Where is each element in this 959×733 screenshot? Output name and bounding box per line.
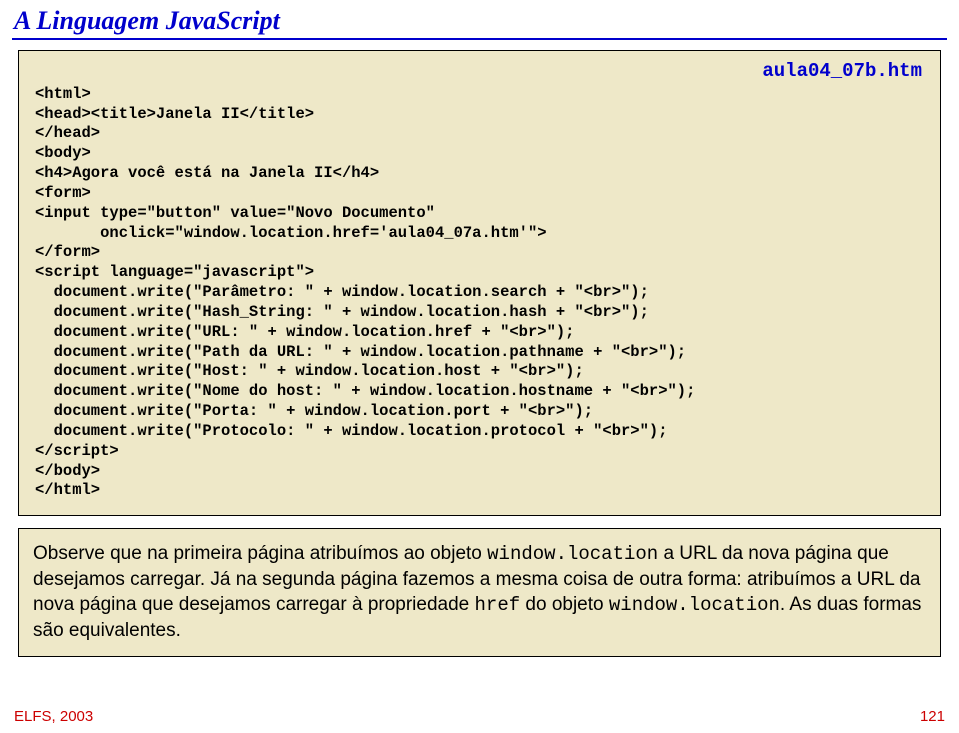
footer: ELFS, 2003 121 [14, 708, 945, 725]
note-block: Observe que na primeira página atribuímo… [18, 528, 941, 656]
code-line: <script language="javascript"> [35, 263, 314, 281]
code-line: document.write("Protocolo: " + window.lo… [35, 422, 668, 440]
note-mono: window.location [487, 543, 658, 565]
code-line: <body> [35, 144, 91, 162]
code-block: aula04_07b.htm <html> <head><title>Janela… [18, 50, 941, 516]
code-line: document.write("Porta: " + window.locati… [35, 402, 593, 420]
code-line: document.write("Nome do host: " + window… [35, 382, 695, 400]
footer-left: ELFS, 2003 [14, 708, 93, 725]
code-line: onclick="window.location.href='aula04_07… [35, 224, 547, 242]
code-line: document.write("Hash_String: " + window.… [35, 303, 649, 321]
page-number: 121 [920, 708, 945, 725]
code-line: <head><title>Janela II</title> [35, 105, 314, 123]
title-underline [12, 38, 947, 40]
code-line: </form> [35, 243, 100, 261]
code-line: <h4>Agora você está na Janela II</h4> [35, 164, 379, 182]
note-mono: window.location [609, 594, 780, 616]
code-line: document.write("Parâmetro: " + window.lo… [35, 283, 649, 301]
note-text: do objeto [520, 594, 609, 615]
code-line: </html> [35, 481, 100, 499]
code-line: document.write("Host: " + window.locatio… [35, 362, 584, 380]
note-mono: href [475, 594, 521, 616]
code-line: <input type="button" value="Novo Documen… [35, 204, 435, 222]
file-label: aula04_07b.htm [762, 59, 922, 83]
code-line: </head> [35, 124, 100, 142]
code-line: </body> [35, 462, 100, 480]
code-line: </script> [35, 442, 119, 460]
code-line: document.write("Path da URL: " + window.… [35, 343, 686, 361]
code-line: <form> [35, 184, 91, 202]
code-line: document.write("URL: " + window.location… [35, 323, 575, 341]
note-text: Observe que na primeira página atribuímo… [33, 543, 487, 564]
page-title: A Linguagem JavaScript [0, 0, 959, 38]
code-line: <html> [35, 85, 91, 103]
